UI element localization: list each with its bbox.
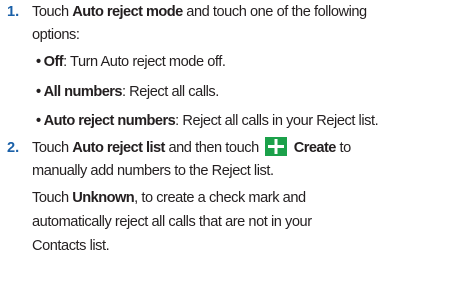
bullet-dot: •: [36, 54, 41, 70]
para-text-pre: Touch: [32, 190, 73, 206]
bullet-off: • Off: Turn Auto reject mode off.: [36, 51, 226, 74]
step-1-text-post: and touch one of the following: [182, 4, 367, 20]
bullet-off-text: : Turn Auto reject mode off.: [63, 54, 226, 70]
step-2-term-auto-reject-list: Auto reject list: [72, 140, 165, 156]
plus-icon: [264, 137, 287, 156]
step-2-number: 2.: [7, 140, 20, 156]
bullet-auto-reject-numbers: • Auto reject numbers: Reject all calls i…: [36, 110, 379, 133]
bullet-auto-reject-numbers-term: Auto reject numbers: [43, 113, 176, 129]
step-2-text-pre: Touch: [32, 140, 73, 156]
step-1-line-2: options:: [32, 27, 80, 43]
bullet-all-numbers: • All numbers: Reject all calls.: [36, 81, 219, 104]
step-1-term-auto-reject-mode: Auto reject mode: [72, 4, 183, 20]
step-2-para-line-2: automatically reject all calls that are …: [32, 214, 312, 230]
step-1-number: 1.: [7, 4, 20, 20]
step-2-line-2: manually add numbers to the Reject list.: [32, 163, 274, 179]
term-unknown: Unknown: [72, 190, 135, 206]
bullet-all-numbers-term: All numbers: [43, 84, 123, 100]
bullet-dot: •: [36, 113, 41, 129]
bullet-all-numbers-text: : Reject all calls.: [121, 84, 219, 100]
step-2-text-post: to: [335, 140, 351, 156]
step-2-text-mid: and then touch: [164, 140, 259, 156]
document-page: 1. Touch Auto reject mode and touch one …: [0, 0, 466, 297]
step-2-term-create: Create: [293, 140, 337, 156]
bullet-auto-reject-numbers-text: : Reject all calls in your Reject list.: [175, 113, 379, 129]
step-2-para-line-3: Contacts list.: [32, 238, 110, 254]
bullet-dot: •: [36, 84, 41, 100]
step-2-para-line-1: Touch Unknown, to create a check mark an…: [32, 187, 306, 210]
bullet-off-term: Off: [43, 54, 64, 70]
para-text-post: , to create a check mark and: [134, 190, 306, 206]
step-1-text-pre: Touch: [32, 4, 73, 20]
